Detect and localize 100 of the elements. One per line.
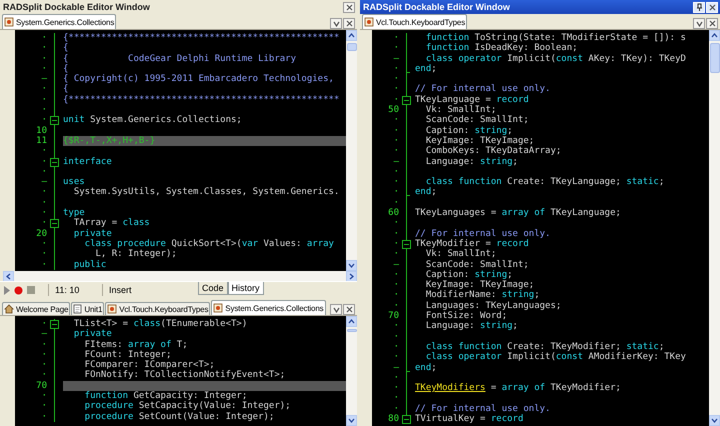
code-editor[interactable] xyxy=(15,30,346,271)
vertical-scrollbar[interactable] xyxy=(346,316,357,426)
vertical-scrollbar[interactable] xyxy=(346,30,357,271)
close-button[interactable] xyxy=(343,2,355,12)
code-line: TArray = class xyxy=(72,218,150,229)
chevron-up-icon xyxy=(711,33,718,38)
source-file-icon xyxy=(4,17,14,27)
gutter-mark: – xyxy=(392,54,400,64)
gutter-mark: · xyxy=(40,54,48,64)
scroll-up-button[interactable] xyxy=(346,316,357,327)
gutter-mark: · xyxy=(40,43,48,54)
window-title: RADSplit Dockable Editor Window xyxy=(3,2,150,12)
close-button[interactable] xyxy=(343,304,355,315)
pin-button[interactable] xyxy=(693,2,705,12)
dropdown-button[interactable] xyxy=(330,18,342,29)
scroll-thumb[interactable] xyxy=(346,329,356,332)
scroll-down-button[interactable] xyxy=(346,260,357,271)
scroll-down-button[interactable] xyxy=(346,415,357,426)
source-file-icon xyxy=(213,303,224,313)
file-tab[interactable]: System.Generics.Collections xyxy=(2,14,116,29)
code-line: ModifierName: string; xyxy=(424,290,540,301)
gutter-mark: · xyxy=(392,238,400,250)
chevron-down-icon xyxy=(711,418,718,423)
scroll-right-button[interactable] xyxy=(346,271,357,282)
dropdown-button[interactable] xyxy=(693,18,705,29)
code-line: class operator Implicit(const AModifierKey: TKey xyxy=(424,352,686,362)
code-line: TKeyLanguage = record xyxy=(415,94,529,105)
code-line: { xyxy=(63,64,68,74)
source-file-icon xyxy=(364,17,374,27)
fold-icon[interactable] xyxy=(50,320,59,329)
view-tab[interactable]: History xyxy=(228,282,264,295)
close-button[interactable] xyxy=(343,18,355,29)
line-number: 60 xyxy=(387,208,400,218)
vertical-scrollbar[interactable] xyxy=(709,30,720,426)
fold-icon[interactable] xyxy=(50,116,59,126)
gutter-mark: · xyxy=(392,94,400,105)
gutter-mark: · xyxy=(392,218,400,229)
gutter-mark: · xyxy=(392,198,400,208)
file-tab[interactable]: Unit1 xyxy=(71,302,104,315)
scroll-down-button[interactable] xyxy=(709,415,720,426)
code-line: Vk: SmallInt; xyxy=(424,249,496,260)
code-line: class procedure QuickSort<T>(var Values: array xyxy=(84,238,334,249)
code-line: function ToString(State: TModifierState = []): s xyxy=(424,33,686,43)
scroll-up-button[interactable] xyxy=(709,30,720,41)
fold-icon[interactable] xyxy=(50,219,59,228)
line-number: 70 xyxy=(387,311,400,322)
house-icon xyxy=(4,304,14,314)
code-editor[interactable] xyxy=(15,316,346,426)
code-line: { xyxy=(63,43,68,54)
dropdown-button[interactable] xyxy=(330,304,342,315)
gutter-mark: · xyxy=(392,166,400,178)
code-line: {************************************************** xyxy=(63,33,340,43)
gutter-mark: · xyxy=(392,270,400,280)
fold-icon[interactable] xyxy=(402,96,411,105)
file-tab[interactable]: Vcl.Touch.KeyboardTypes xyxy=(362,14,468,29)
chevron-left-icon xyxy=(6,273,11,280)
close-button[interactable] xyxy=(706,18,718,29)
gutter-mark: · xyxy=(392,393,400,404)
scroll-up-button[interactable] xyxy=(346,30,357,41)
record-icon[interactable] xyxy=(14,286,23,294)
chevron-down-icon xyxy=(348,263,355,268)
fold-icon[interactable] xyxy=(402,414,411,424)
code-line: private xyxy=(72,329,112,340)
code-line: class function Create: TKeyLanguage; static; xyxy=(426,177,664,188)
gutter-mark: · xyxy=(392,228,400,239)
gutter-mark: · xyxy=(40,33,48,44)
line-number: 70 xyxy=(35,380,48,392)
file-tab[interactable]: Welcome Page xyxy=(2,302,70,315)
code-line: interface xyxy=(63,156,112,167)
scroll-thumb[interactable] xyxy=(710,43,720,73)
gutter-mark: · xyxy=(40,391,48,402)
horizontal-scrollbar[interactable] xyxy=(3,271,357,281)
play-icon[interactable] xyxy=(4,286,10,294)
code-line: Language: string; xyxy=(424,321,518,332)
gutter-mark: · xyxy=(392,352,400,362)
gutter-mark: · xyxy=(392,146,400,157)
page-icon xyxy=(73,304,82,314)
fold-icon[interactable] xyxy=(402,240,411,249)
gutter-mark: – xyxy=(392,362,400,373)
code-line: ComboKeys: TKeyDataArray; xyxy=(424,146,562,157)
scroll-left-button[interactable] xyxy=(3,271,14,282)
code-line: { xyxy=(63,84,68,95)
file-tab[interactable]: Vcl.Touch.KeyboardTypes xyxy=(105,302,210,315)
fold-icon[interactable] xyxy=(50,158,59,167)
gutter-mark: · xyxy=(40,105,48,116)
view-tab[interactable]: Code xyxy=(198,282,228,295)
code-line: KeyImage: TKeyImage; xyxy=(424,136,534,146)
gutter-mark: · xyxy=(40,208,48,218)
gutter-mark: · xyxy=(40,198,48,208)
scroll-thumb[interactable] xyxy=(346,43,356,51)
code-line: ScanCode: SmallInt; xyxy=(424,260,529,270)
close-icon xyxy=(346,4,352,10)
gutter-mark: · xyxy=(392,280,400,290)
gutter-mark: · xyxy=(392,64,400,74)
code-line: public xyxy=(72,260,106,270)
close-icon xyxy=(346,20,352,27)
file-tab[interactable]: System.Generics.Collections xyxy=(211,300,326,315)
code-editor[interactable] xyxy=(372,30,709,426)
gutter-mark: · xyxy=(40,340,48,350)
gutter-mark: · xyxy=(40,115,48,126)
